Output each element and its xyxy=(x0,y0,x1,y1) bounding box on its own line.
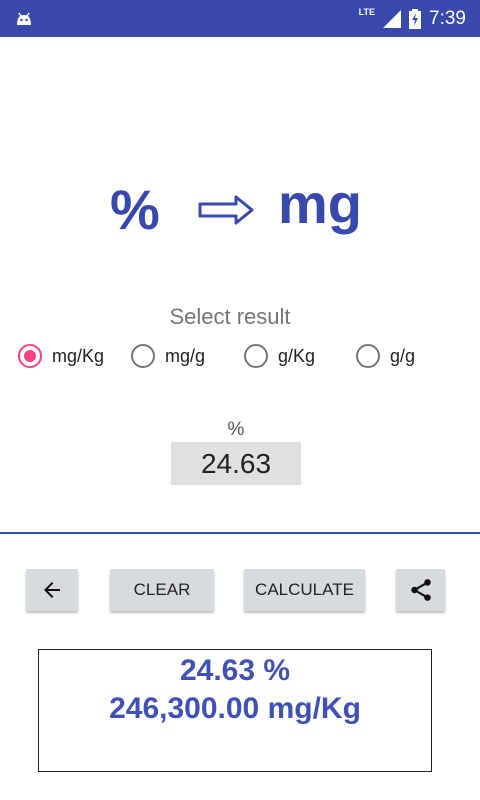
signal-icon xyxy=(383,9,402,28)
arrow-left-icon xyxy=(44,582,60,598)
conversion-title: % mg xyxy=(0,172,480,241)
select-result-label: Select result xyxy=(169,304,291,329)
calculate-button[interactable]: CALCULATE xyxy=(244,569,365,611)
radio-label: g/g xyxy=(390,345,416,366)
app-content: % mg Select result mg/Kg mg/g g/Kg g/g %… xyxy=(0,37,480,800)
network-type-label: LTE xyxy=(358,6,376,17)
result-unit-radio-group: mg/Kg mg/g g/Kg g/g xyxy=(0,340,480,372)
input-unit-label: % xyxy=(227,419,245,440)
radio-g-kg[interactable]: g/Kg xyxy=(244,340,315,372)
battery-charging-icon xyxy=(409,8,422,29)
radio-unchecked-icon xyxy=(131,344,155,368)
radio-mg-g[interactable]: mg/g xyxy=(131,340,205,372)
right-double-arrow-icon xyxy=(198,195,254,225)
status-bar: LTE 7:39 xyxy=(0,0,480,37)
result-box: 24.63 % 246,300.00 mg/Kg xyxy=(38,649,432,772)
back-button[interactable] xyxy=(26,569,78,611)
radio-mg-kg[interactable]: mg/Kg xyxy=(18,340,104,372)
divider xyxy=(0,532,480,534)
share-button[interactable] xyxy=(396,569,445,611)
status-time: 7:39 xyxy=(429,7,466,29)
android-icon xyxy=(17,12,31,25)
radio-g-g[interactable]: g/g xyxy=(356,340,415,372)
radio-label: mg/g xyxy=(165,345,206,366)
radio-label: mg/Kg xyxy=(52,345,105,366)
radio-unchecked-icon xyxy=(356,344,380,368)
radio-unchecked-icon xyxy=(244,344,268,368)
title-from-unit: % xyxy=(110,178,160,241)
title-to-unit: mg xyxy=(278,172,362,235)
percent-input[interactable]: 24.63 xyxy=(171,442,301,485)
result-input-line: 24.63 % xyxy=(179,654,291,687)
radio-label: g/Kg xyxy=(278,345,316,366)
result-output-line: 246,300.00 mg/Kg xyxy=(109,692,361,725)
clear-button[interactable]: CLEAR xyxy=(110,569,214,611)
radio-checked-icon xyxy=(18,344,42,368)
share-icon xyxy=(410,579,431,601)
